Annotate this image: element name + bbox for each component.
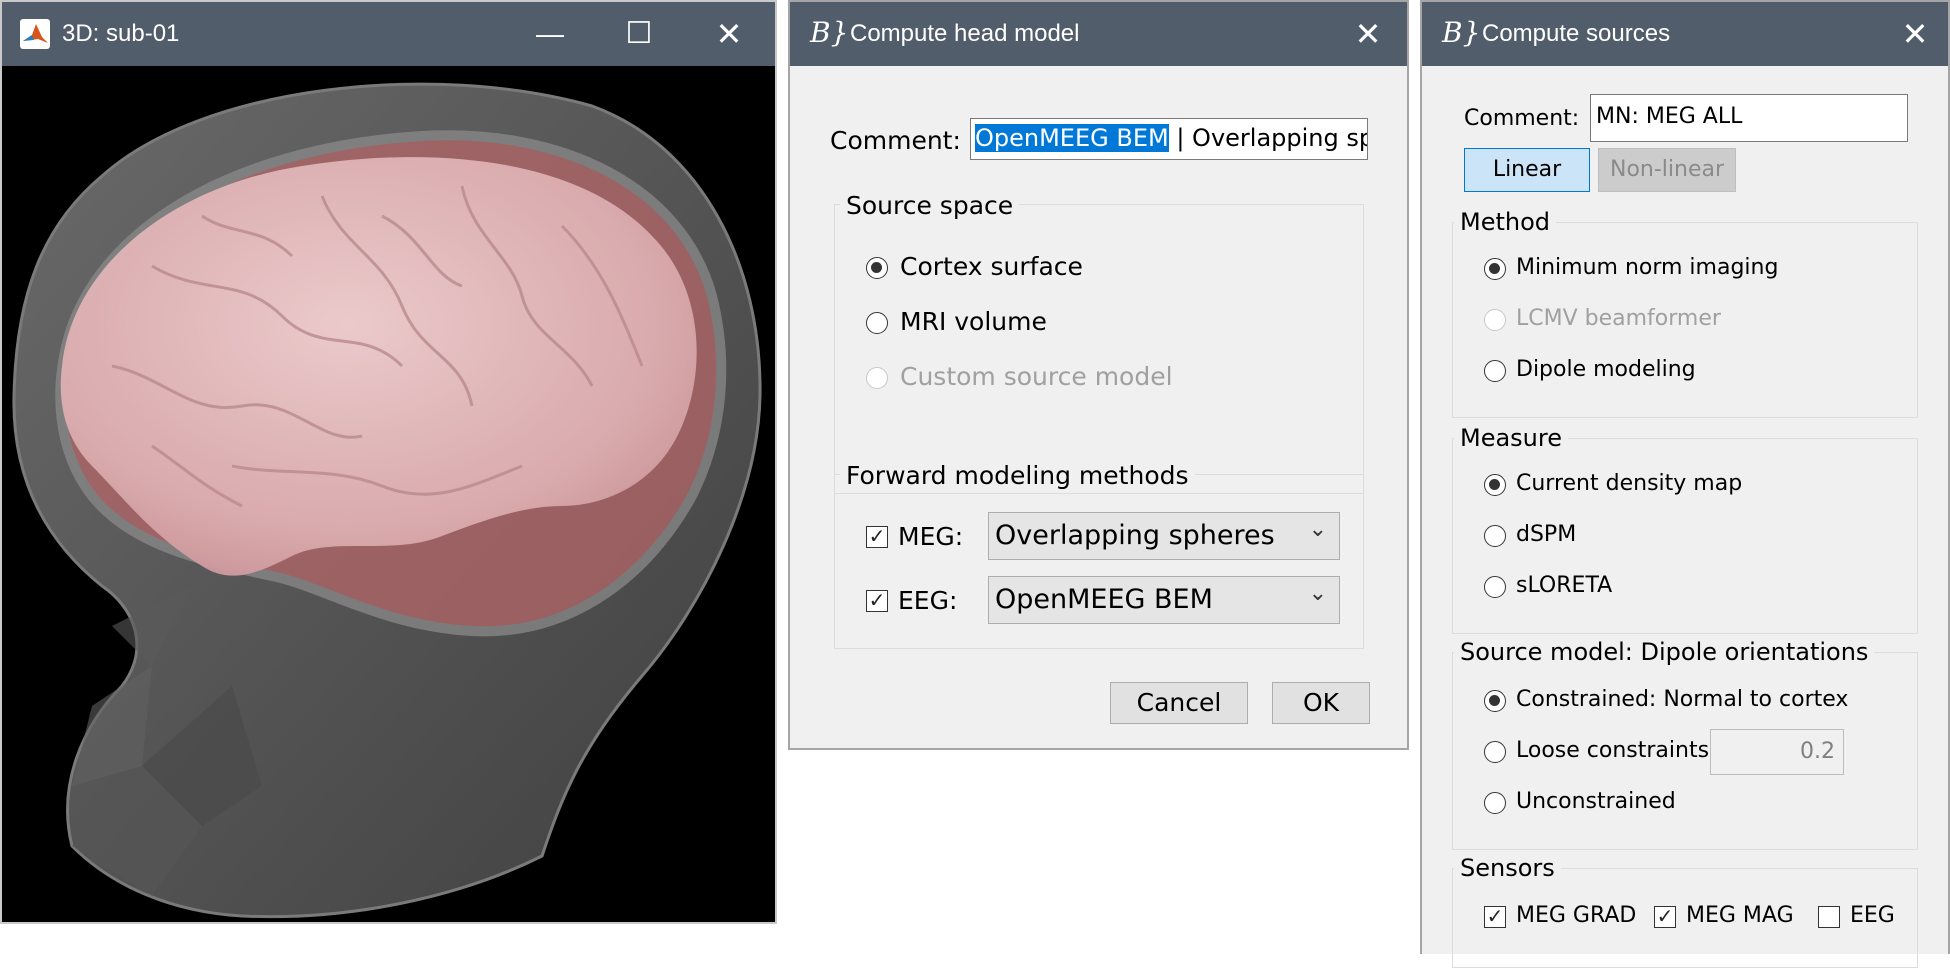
source-space-group: [834, 204, 1364, 494]
minimize-icon[interactable]: —: [525, 10, 575, 58]
sources-dialog: B} Compute sources ✕ Comment: MN: MEG AL…: [1420, 0, 1950, 968]
measure-legend: Measure: [1454, 424, 1568, 452]
custom-source-radio: [866, 367, 888, 389]
eeg-label[interactable]: EEG: [1850, 903, 1895, 928]
close-icon[interactable]: ✕: [1343, 10, 1393, 58]
meg-label: MEG:: [898, 522, 964, 551]
source-model-legend: Source model: Dipole orientations: [1454, 638, 1875, 666]
mri-volume-radio[interactable]: [866, 312, 888, 334]
meg-grad-label[interactable]: MEG GRAD: [1516, 903, 1636, 928]
eeg-method-select[interactable]: OpenMEEG BEM ⌄: [988, 576, 1340, 624]
custom-source-label: Custom source model: [900, 362, 1173, 391]
eeg-checkbox[interactable]: [1818, 906, 1840, 928]
brain-3d-render[interactable]: [2, 66, 775, 924]
dspm-radio[interactable]: [1484, 525, 1506, 547]
meg-grad-checkbox[interactable]: ✓: [1484, 906, 1506, 928]
chevron-down-icon: ⌄: [1308, 517, 1327, 542]
brainstorm-icon: B}: [810, 16, 849, 49]
comment-label: Comment:: [1464, 106, 1580, 131]
loose-value-input: 0.2: [1710, 729, 1844, 775]
headmodel-title: Compute head model: [850, 20, 1080, 47]
min-norm-label[interactable]: Minimum norm imaging: [1516, 255, 1778, 280]
mri-volume-label[interactable]: MRI volume: [900, 307, 1047, 336]
ok-button[interactable]: OK: [1272, 682, 1370, 724]
headmodel-titlebar[interactable]: B} Compute head model ✕: [790, 2, 1407, 66]
viewer-window: 3D: sub-01 — ☐ ✕: [0, 0, 777, 924]
unconstrained-radio[interactable]: [1484, 792, 1506, 814]
headmodel-dialog: B} Compute head model ✕ Comment: OpenMEE…: [788, 0, 1409, 750]
current-density-label[interactable]: Current density map: [1516, 471, 1742, 496]
comment-label: Comment:: [830, 126, 961, 155]
meg-mag-checkbox[interactable]: ✓: [1654, 906, 1676, 928]
dspm-label[interactable]: dSPM: [1516, 522, 1576, 547]
comment-input[interactable]: OpenMEEG BEM | Overlapping sp: [970, 118, 1368, 160]
constrained-label[interactable]: Constrained: Normal to cortex: [1516, 687, 1848, 712]
sources-title: Compute sources: [1482, 20, 1671, 47]
current-density-radio[interactable]: [1484, 474, 1506, 496]
cancel-button[interactable]: Cancel: [1110, 682, 1248, 724]
loose-constraints-label[interactable]: Loose constraints: [1516, 738, 1709, 763]
sources-titlebar[interactable]: B} Compute sources ✕: [1422, 2, 1948, 66]
lcmv-radio: [1484, 309, 1506, 331]
unconstrained-label[interactable]: Unconstrained: [1516, 789, 1676, 814]
matlab-icon: [20, 19, 50, 49]
sensors-legend: Sensors: [1454, 854, 1561, 882]
comment-input[interactable]: MN: MEG ALL: [1590, 94, 1908, 142]
sloreta-radio[interactable]: [1484, 576, 1506, 598]
chevron-down-icon: ⌄: [1308, 581, 1327, 606]
dipole-modeling-radio[interactable]: [1484, 360, 1506, 382]
brainstorm-icon: B}: [1442, 16, 1481, 49]
close-icon[interactable]: ✕: [704, 10, 754, 58]
eeg-checkbox[interactable]: ✓: [866, 590, 888, 612]
source-space-legend: Source space: [840, 191, 1020, 220]
close-icon[interactable]: ✕: [1890, 10, 1940, 58]
cortex-surface-radio[interactable]: [866, 257, 888, 279]
constrained-radio[interactable]: [1484, 690, 1506, 712]
sloreta-label[interactable]: sLORETA: [1516, 573, 1612, 598]
method-legend: Method: [1454, 208, 1557, 236]
nonlinear-toggle: Non-linear: [1598, 148, 1736, 192]
meg-checkbox[interactable]: ✓: [866, 526, 888, 548]
min-norm-radio[interactable]: [1484, 258, 1506, 280]
lcmv-label: LCMV beamformer: [1516, 306, 1721, 331]
comment-text: | Overlapping sp: [1168, 124, 1368, 152]
meg-method-select[interactable]: Overlapping spheres ⌄: [988, 512, 1340, 560]
eeg-label: EEG:: [898, 586, 958, 615]
linear-toggle[interactable]: Linear: [1464, 148, 1590, 192]
meg-mag-label[interactable]: MEG MAG: [1686, 903, 1794, 928]
forward-modeling-legend: Forward modeling methods: [840, 461, 1195, 490]
cortex-surface-label[interactable]: Cortex surface: [900, 252, 1083, 281]
viewer-title: 3D: sub-01: [62, 20, 180, 47]
maximize-icon[interactable]: ☐: [614, 10, 664, 58]
comment-selection: OpenMEEG BEM: [975, 124, 1169, 152]
viewer-titlebar[interactable]: 3D: sub-01 — ☐ ✕: [2, 2, 775, 66]
dipole-modeling-label[interactable]: Dipole modeling: [1516, 357, 1696, 382]
loose-constraints-radio[interactable]: [1484, 741, 1506, 763]
